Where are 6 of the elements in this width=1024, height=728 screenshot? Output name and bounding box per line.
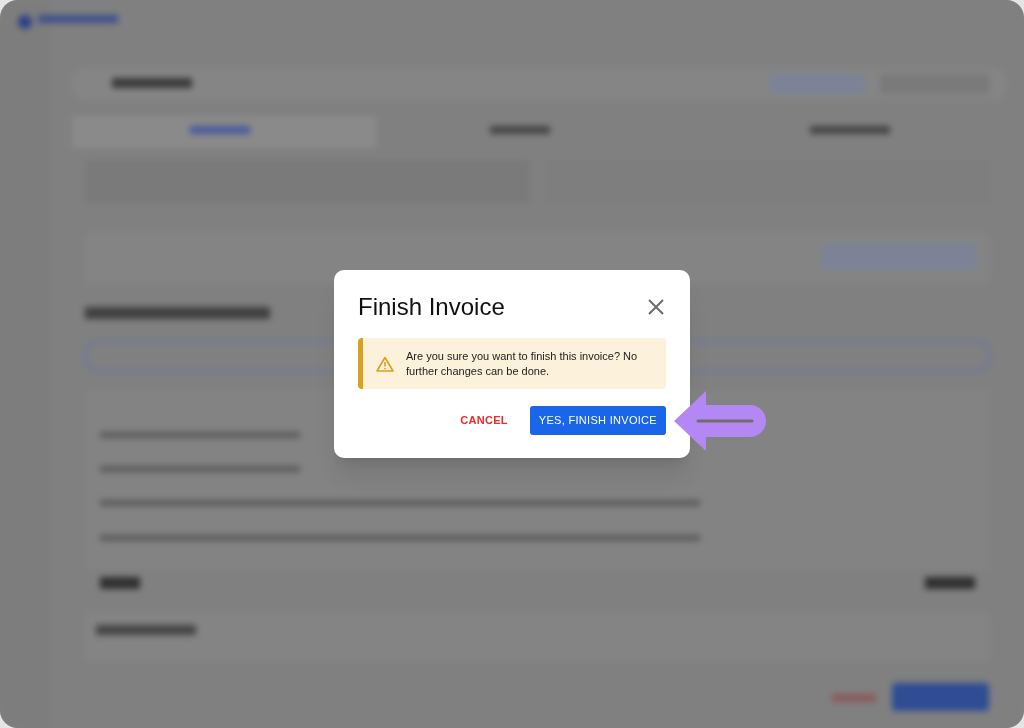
close-icon[interactable] [646, 297, 666, 317]
cancel-button[interactable]: CANCEL [460, 406, 508, 435]
alert-message: Are you sure you want to finish this invoice? No further changes can be done. [406, 348, 639, 379]
dialog-title: Finish Invoice [358, 292, 505, 322]
confirm-button[interactable]: YES, FINISH INVOICE [529, 406, 666, 435]
warning-icon [376, 355, 394, 372]
